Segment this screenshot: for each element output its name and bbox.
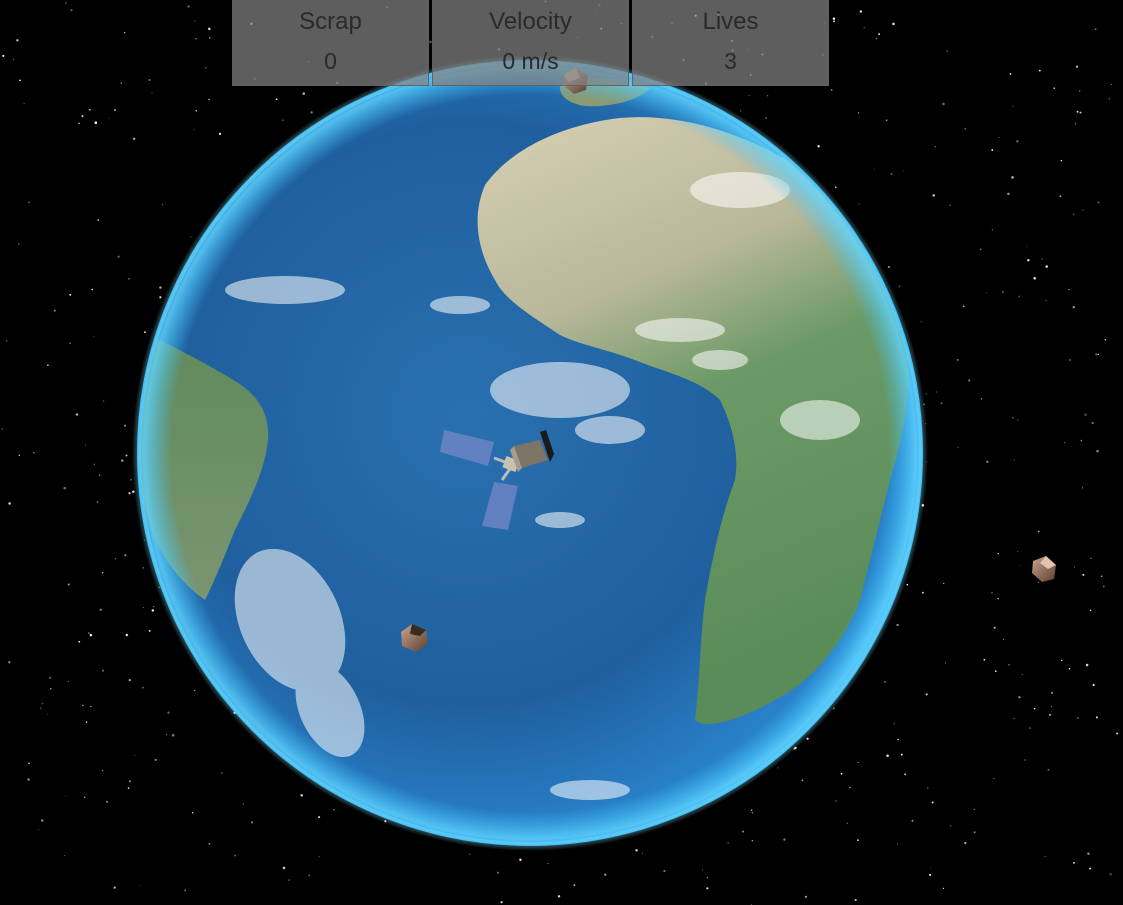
hud-bar: Scrap 0 Velocity 0 m/s Lives 3 bbox=[232, 0, 829, 86]
velocity-label: Velocity bbox=[489, 8, 572, 35]
velocity-panel: Velocity 0 m/s bbox=[432, 0, 629, 86]
lives-label: Lives bbox=[702, 8, 759, 35]
earth-scene bbox=[132, 55, 1056, 851]
scrap-label: Scrap bbox=[299, 8, 362, 35]
lives-value: 3 bbox=[724, 48, 737, 74]
game-viewport[interactable]: Scrap 0 Velocity 0 m/s Lives 3 bbox=[0, 0, 1123, 905]
lives-panel: Lives 3 bbox=[632, 0, 829, 86]
scrap-panel: Scrap 0 bbox=[232, 0, 429, 86]
velocity-value: 0 m/s bbox=[502, 48, 559, 74]
scrap-value: 0 bbox=[324, 48, 337, 74]
debris-rock-right[interactable] bbox=[1032, 556, 1056, 582]
